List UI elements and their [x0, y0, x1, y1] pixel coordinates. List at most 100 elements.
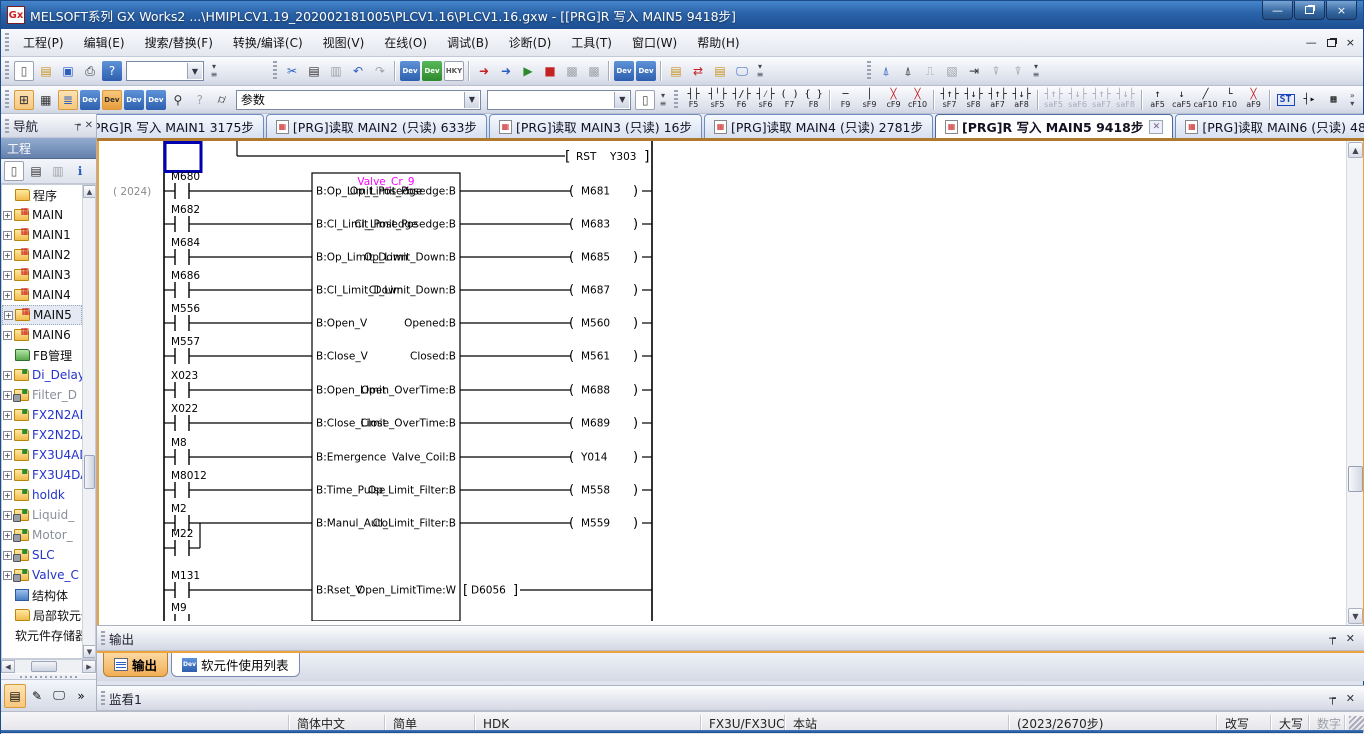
combo-arrow-icon[interactable]: ▼ [464, 92, 479, 108]
device-batch-icon[interactable]: Dev [124, 90, 144, 110]
tree-item-[interactable]: 程序 [2, 185, 82, 205]
expand-icon[interactable]: + [3, 391, 12, 400]
parameter-combo[interactable]: 参数▼ [236, 90, 481, 110]
ladder-symbol-button-sf9[interactable]: │sF9 [858, 87, 882, 112]
tree-item-fx3u4ad[interactable]: +FX3U4AD [2, 445, 82, 465]
verify-icon[interactable]: ⇄ [688, 61, 708, 81]
ladder-symbol-button-sf6[interactable]: ┤⁄├sF6 [754, 87, 778, 112]
ladder-symbol-button-cf10[interactable]: ╳cF10 [906, 87, 930, 112]
write-to-plc-icon[interactable]: Dev [400, 61, 420, 81]
connection-destination-icon[interactable]: 🖵 [48, 684, 70, 708]
toolbar-overflow-icon[interactable]: »▾ [1346, 90, 1359, 110]
tree-hscrollbar[interactable]: ◀ ▶ [1, 659, 96, 673]
project-combo[interactable]: ▼ [126, 61, 204, 81]
tree-item-fb[interactable]: FB管理 [2, 345, 82, 365]
scroll-thumb[interactable] [1348, 466, 1363, 492]
tree-item-valve_c[interactable]: +Valve_C [2, 565, 82, 585]
ladder-symbol-button-sf7[interactable]: ┤↑├sF7 [938, 87, 962, 112]
tree-item-main2[interactable]: +MAIN2 [2, 245, 82, 265]
doc-find-icon[interactable]: ▯ [635, 90, 655, 110]
tree-item-fx3u4da[interactable]: +FX3U4DA [2, 465, 82, 485]
cut-icon[interactable]: ✂ [282, 61, 302, 81]
new-project-icon[interactable]: ▯ [14, 61, 34, 81]
copy-icon[interactable]: ▤ [304, 61, 324, 81]
scroll-thumb[interactable] [84, 455, 95, 489]
expand-icon[interactable]: + [3, 251, 12, 260]
online-write-icon[interactable]: ➜ [474, 61, 494, 81]
expand-icon[interactable]: + [3, 451, 12, 460]
device-test-icon[interactable]: Dev [636, 61, 656, 81]
paste-icon[interactable]: ▥ [326, 61, 346, 81]
ladder-editor[interactable]: [RSTY303]Valve_Cr_9( 2024)M680B:Op_Limit… [97, 141, 1364, 625]
expand-icon[interactable]: + [3, 551, 12, 560]
module-config-icon[interactable]: ▦ [36, 90, 56, 110]
ladder-symbol-button-f10[interactable]: └F10 [1218, 87, 1242, 112]
tree-item-main[interactable]: +MAIN [2, 205, 82, 225]
ladder-symbol-button-▦[interactable]: ▦ [1322, 87, 1346, 112]
ladder-symbol-button-af5[interactable]: ↑aF5 [1146, 87, 1170, 112]
read-from-plc-icon[interactable]: Dev [422, 61, 442, 81]
tree-item-liquid_[interactable]: +Liquid_ [2, 505, 82, 525]
close-pane-icon[interactable]: ✕ [1346, 692, 1355, 705]
expand-icon[interactable]: + [3, 411, 12, 420]
ladder-symbol-button-f5[interactable]: ┤├F5 [682, 87, 706, 112]
document-tab[interactable]: ▦[PRG]R 写入 MAIN5 9418步✕ [935, 114, 1173, 138]
ladder-symbol-button-cf9[interactable]: ╳cF9 [882, 87, 906, 112]
document-tab[interactable]: ▦[PRG]R 写入 MAIN1 3175步 [97, 114, 264, 138]
device-eye-icon[interactable]: Dev [146, 90, 166, 110]
undo-icon[interactable]: ↶ [348, 61, 368, 81]
menu-item[interactable]: 帮助(H) [687, 30, 749, 55]
ladder-symbol-button-st[interactable]: ST [1274, 87, 1298, 112]
watch-start-icon[interactable]: ⍒ [986, 61, 1006, 81]
help-icon[interactable]: ? [102, 61, 122, 81]
device-combo[interactable]: ▼ [487, 90, 631, 110]
ladder-symbol-button-f6[interactable]: ┤/├F6 [730, 87, 754, 112]
monitor-pause-icon[interactable]: ▩ [562, 61, 582, 81]
tree-new-icon[interactable]: ▯ [4, 161, 24, 181]
ladder-canvas[interactable]: [RSTY303]Valve_Cr_9( 2024)M680B:Op_Limit… [99, 141, 1344, 621]
device-display-icon[interactable]: Dev [102, 90, 122, 110]
ladder-monitor-stop-icon[interactable]: ⍋ [898, 61, 918, 81]
expand-icon[interactable]: + [3, 211, 12, 220]
expand-icon[interactable]: + [4, 311, 13, 320]
expand-icon[interactable]: + [3, 491, 12, 500]
expand-icon[interactable]: + [3, 471, 12, 480]
jump-icon[interactable]: ⇥ [964, 61, 984, 81]
close-pane-icon[interactable]: ✕ [85, 120, 93, 131]
expand-icon[interactable]: + [3, 291, 12, 300]
monitor-start-icon[interactable]: ▶ [518, 61, 538, 81]
expand-icon[interactable]: + [3, 571, 12, 580]
tree-item-fx2n2da[interactable]: +FX2N2DA [2, 425, 82, 445]
ladder-symbol-button-af9[interactable]: ╳aF9 [1242, 87, 1266, 112]
scroll-down-icon[interactable]: ▼ [83, 645, 96, 658]
docking-window-icon[interactable]: ≣ [58, 90, 78, 110]
menu-item[interactable]: 转换/编译(C) [223, 30, 313, 55]
close-button[interactable]: × [1326, 1, 1357, 20]
pin-icon[interactable]: ┮ [1329, 632, 1336, 645]
keyboard-monitor-icon[interactable]: HKY [444, 61, 464, 81]
context-help-icon[interactable]: ? [190, 90, 210, 110]
print-icon[interactable]: ⎙ [80, 61, 100, 81]
ladder-symbol-button-af8[interactable]: ┤↓├aF8 [1010, 87, 1034, 112]
view-more-icon[interactable]: » [70, 684, 92, 708]
output-tab-device-list[interactable]: Dev软元件使用列表 [171, 653, 300, 677]
tree-copy-icon[interactable]: ▤ [26, 161, 46, 181]
mdi-minimize-button[interactable]: — [1306, 36, 1317, 49]
tab-close-icon[interactable]: ✕ [1149, 120, 1163, 134]
tree-item-[interactable]: 软元件存储器 [2, 625, 82, 645]
expand-icon[interactable]: + [3, 511, 12, 520]
navigation-toggle-icon[interactable]: ⊞ [14, 90, 34, 110]
toolbar-overflow-icon[interactable]: ▾≡ [1029, 61, 1043, 81]
expand-icon[interactable]: + [3, 271, 12, 280]
project-section-header[interactable]: 工程 [1, 138, 96, 159]
scroll-up-icon[interactable]: ▲ [1348, 142, 1363, 158]
save-project-icon[interactable]: ▣ [58, 61, 78, 81]
scroll-up-icon[interactable]: ▲ [83, 185, 96, 198]
tree-paste-icon[interactable]: ▥ [48, 161, 68, 181]
statement-icon[interactable]: ▤ [666, 61, 686, 81]
output-tab-output[interactable]: 输出 [103, 653, 168, 677]
tree-item-di_delay[interactable]: +Di_Delay [2, 365, 82, 385]
expand-icon[interactable]: + [3, 531, 12, 540]
close-pane-icon[interactable]: ✕ [1346, 632, 1355, 645]
tree-info-icon[interactable]: ℹ [70, 161, 90, 181]
